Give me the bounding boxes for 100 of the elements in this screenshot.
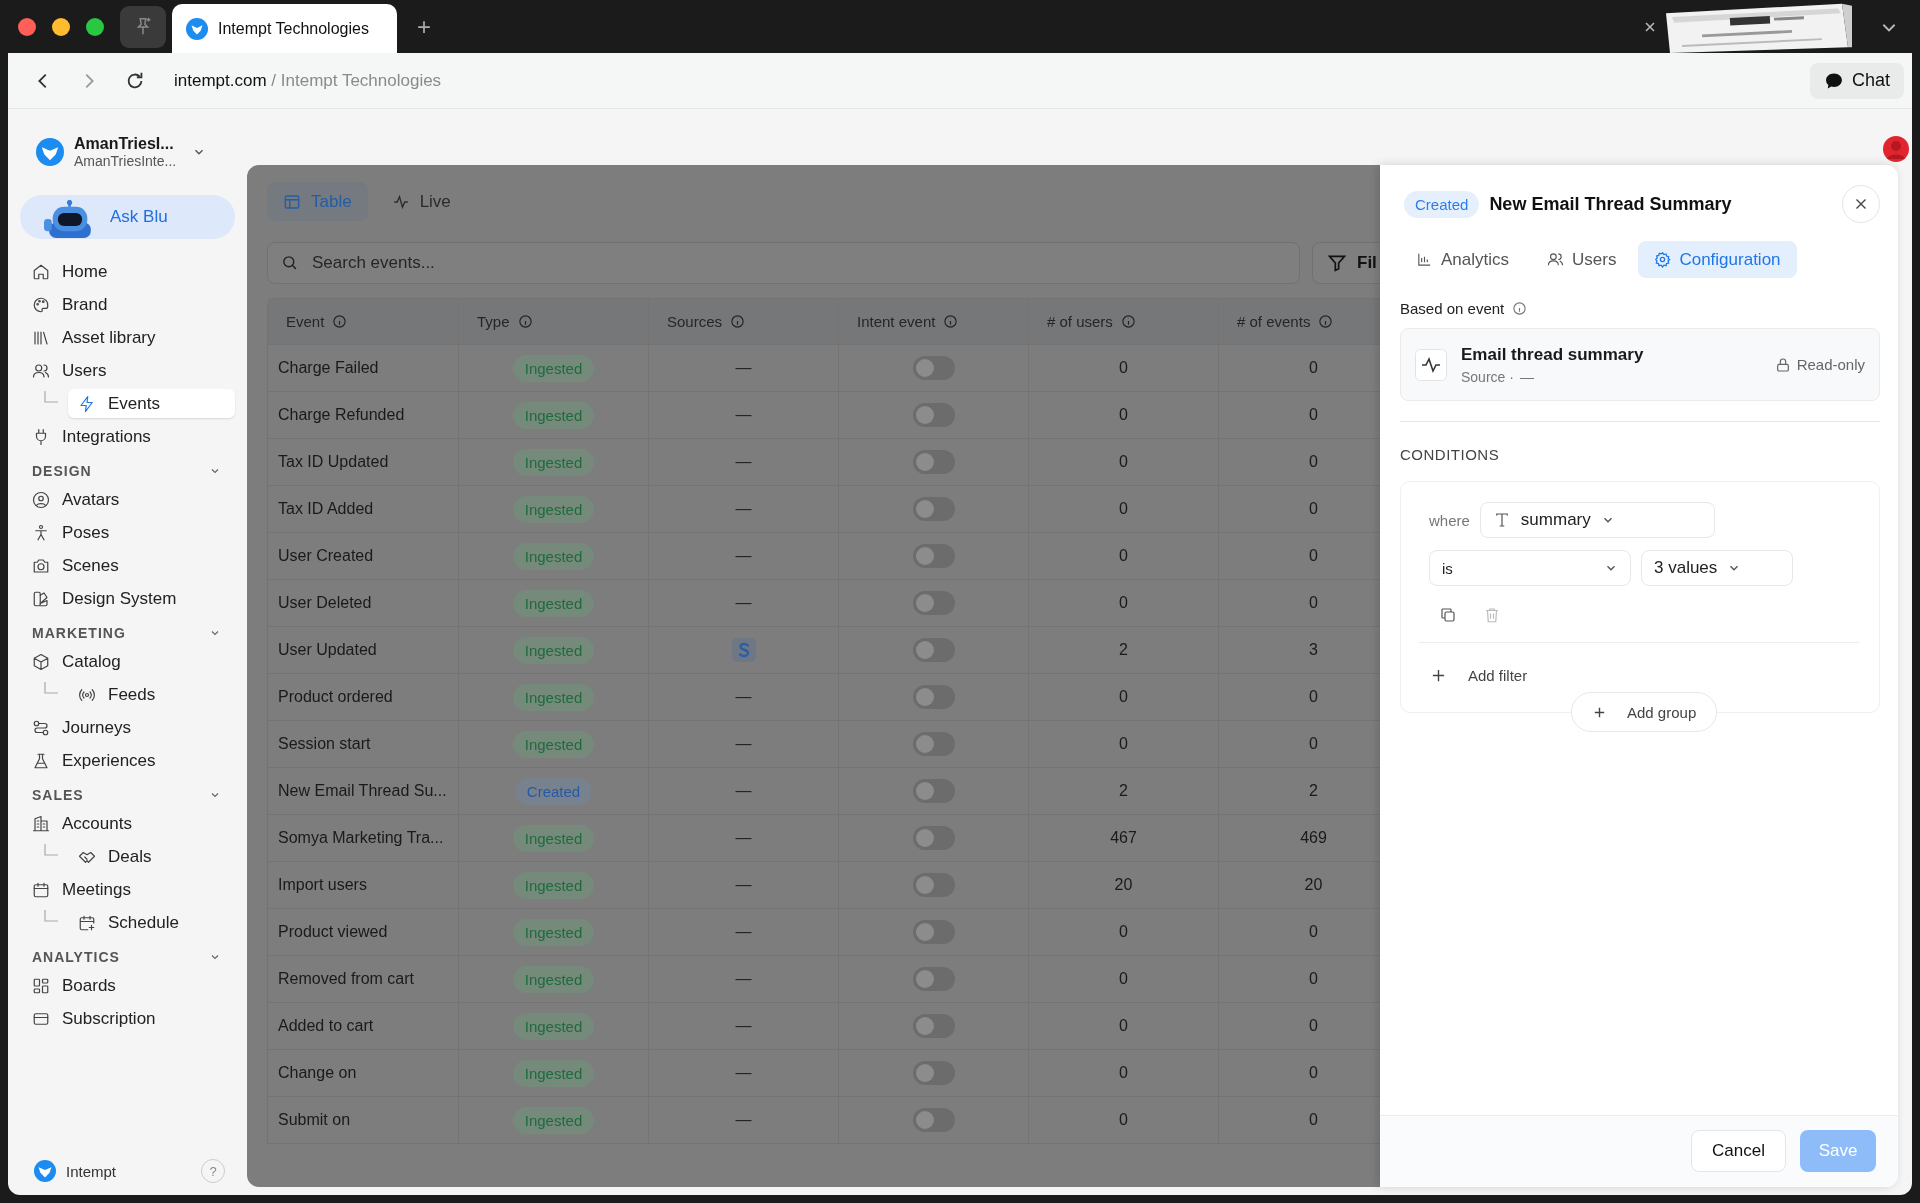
pin-button[interactable]	[120, 5, 166, 48]
table-cell-text: User Deleted	[277, 593, 373, 613]
table-cell: 0	[1028, 439, 1218, 485]
nav-item[interactable]: Avatars	[22, 485, 235, 514]
avatar[interactable]	[1882, 135, 1910, 163]
table-cell-text: Tax ID Updated	[277, 452, 390, 472]
table-icon	[283, 192, 301, 211]
panel-tab[interactable]: Configuration	[1638, 241, 1797, 278]
search-field[interactable]: Search events...	[267, 242, 1300, 284]
table-cell: 2	[1028, 768, 1218, 814]
table-cell: 0	[1028, 533, 1218, 579]
close-button[interactable]	[1842, 185, 1880, 223]
cancel-button[interactable]: Cancel	[1691, 1130, 1786, 1172]
nav-item[interactable]: Scenes	[22, 551, 235, 580]
cube-icon	[32, 652, 50, 671]
lightning-icon	[78, 394, 96, 413]
filter-button[interactable]: Fil	[1312, 242, 1380, 284]
tree-connector	[44, 909, 58, 924]
source-label: Source ·	[1461, 368, 1514, 385]
maximize-window-icon[interactable]	[86, 17, 104, 36]
operator-dropdown[interactable]: is	[1429, 550, 1631, 586]
browser-tab[interactable]: Intempt Technologies	[172, 4, 397, 53]
nav-item[interactable]: Deals	[68, 842, 235, 871]
table-cell: 0	[1028, 909, 1218, 955]
info-icon	[943, 314, 959, 329]
nav-item[interactable]: Poses	[22, 518, 235, 547]
nav-item[interactable]: Home	[22, 257, 235, 286]
nav-item[interactable]: Journeys	[22, 713, 235, 742]
workspace-subtitle: AmanTriesInte...	[74, 153, 177, 169]
panel-tab[interactable]: Analytics	[1400, 241, 1526, 278]
table-cell: —	[735, 406, 752, 424]
property-dropdown[interactable]: summary	[1479, 502, 1715, 538]
nav-item[interactable]: Asset library	[22, 323, 235, 352]
figure-icon	[32, 523, 50, 542]
intent-toggle[interactable]	[912, 779, 955, 803]
panel-tab[interactable]: Users	[1531, 241, 1633, 278]
type-tag: Ingested	[512, 1012, 595, 1040]
nav-item[interactable]: Events	[68, 389, 235, 418]
type-tag: Ingested	[512, 589, 595, 617]
nav-item[interactable]: Experiences	[22, 746, 235, 775]
plus-icon	[1431, 668, 1446, 683]
intent-toggle[interactable]	[912, 356, 955, 380]
intent-toggle[interactable]	[912, 1061, 955, 1085]
trash-icon[interactable]	[1483, 606, 1501, 624]
funnel-icon	[1327, 253, 1347, 273]
intent-toggle[interactable]	[912, 1014, 955, 1038]
intent-toggle[interactable]	[912, 732, 955, 756]
copy-icon[interactable]	[1439, 606, 1457, 624]
intent-toggle[interactable]	[912, 967, 955, 991]
intent-toggle[interactable]	[912, 920, 955, 944]
intent-toggle[interactable]	[912, 685, 955, 709]
brand-name: Intempt	[66, 1162, 117, 1180]
values-dropdown[interactable]: 3 values	[1641, 550, 1793, 586]
intent-toggle[interactable]	[912, 450, 955, 474]
intent-toggle[interactable]	[912, 403, 955, 427]
add-group-button[interactable]: Add group	[1571, 692, 1718, 732]
table-cell: 0	[1028, 392, 1218, 438]
nav-item[interactable]: Meetings	[22, 875, 235, 904]
table-cell: —	[735, 829, 752, 847]
type-tag: Ingested	[512, 871, 595, 899]
close-window-icon[interactable]	[18, 17, 36, 36]
ask-button[interactable]: Ask Blu	[20, 195, 235, 239]
workspace-switcher[interactable]: AmanTriesI... AmanTriesInte...	[18, 109, 235, 181]
new-tab-button[interactable]: +	[417, 12, 431, 41]
intent-toggle[interactable]	[912, 1108, 955, 1132]
table-cell-text: Added to cart	[277, 1016, 375, 1036]
nav-item[interactable]: Schedule	[68, 908, 235, 937]
view-tab[interactable]: Live	[375, 182, 467, 221]
address-field[interactable]: intempt.com / Intempt Technologies	[174, 70, 442, 91]
calendar-icon	[32, 880, 50, 899]
intent-toggle[interactable]	[912, 873, 955, 897]
info-icon	[517, 314, 533, 329]
nav-item[interactable]: Catalog	[22, 647, 235, 676]
nav-item[interactable]: Accounts	[22, 809, 235, 838]
nav-item[interactable]: Integrations	[22, 422, 235, 451]
table-cell: —	[735, 1017, 752, 1035]
search-icon	[281, 254, 298, 271]
nav-item[interactable]: Subscription	[22, 1004, 235, 1033]
intent-toggle[interactable]	[912, 638, 955, 662]
lock-icon	[1774, 356, 1791, 373]
info-icon	[730, 314, 746, 329]
nav-item[interactable]: Users	[22, 356, 235, 385]
table-cell: 467	[1028, 815, 1218, 861]
intent-toggle[interactable]	[912, 591, 955, 615]
intent-toggle[interactable]	[912, 544, 955, 568]
table-cell: —	[735, 453, 752, 471]
minimize-window-icon[interactable]	[52, 17, 70, 36]
type-tag: Ingested	[512, 1059, 595, 1087]
table-cell: 0	[1028, 721, 1218, 767]
intent-toggle[interactable]	[912, 826, 955, 850]
table-cell: —	[735, 923, 752, 941]
chat-button[interactable]: Chat	[1809, 62, 1904, 99]
nav-item[interactable]: Design System	[22, 584, 235, 613]
close-icon[interactable]	[1644, 20, 1656, 33]
add-filter-button[interactable]: Add filter	[1429, 667, 1859, 684]
nav-item[interactable]: Feeds	[68, 680, 235, 709]
nav-item[interactable]: Boards	[22, 971, 235, 1000]
intent-toggle[interactable]	[912, 497, 955, 521]
swatch-icon	[32, 589, 50, 608]
nav-item[interactable]: Brand	[22, 290, 235, 319]
